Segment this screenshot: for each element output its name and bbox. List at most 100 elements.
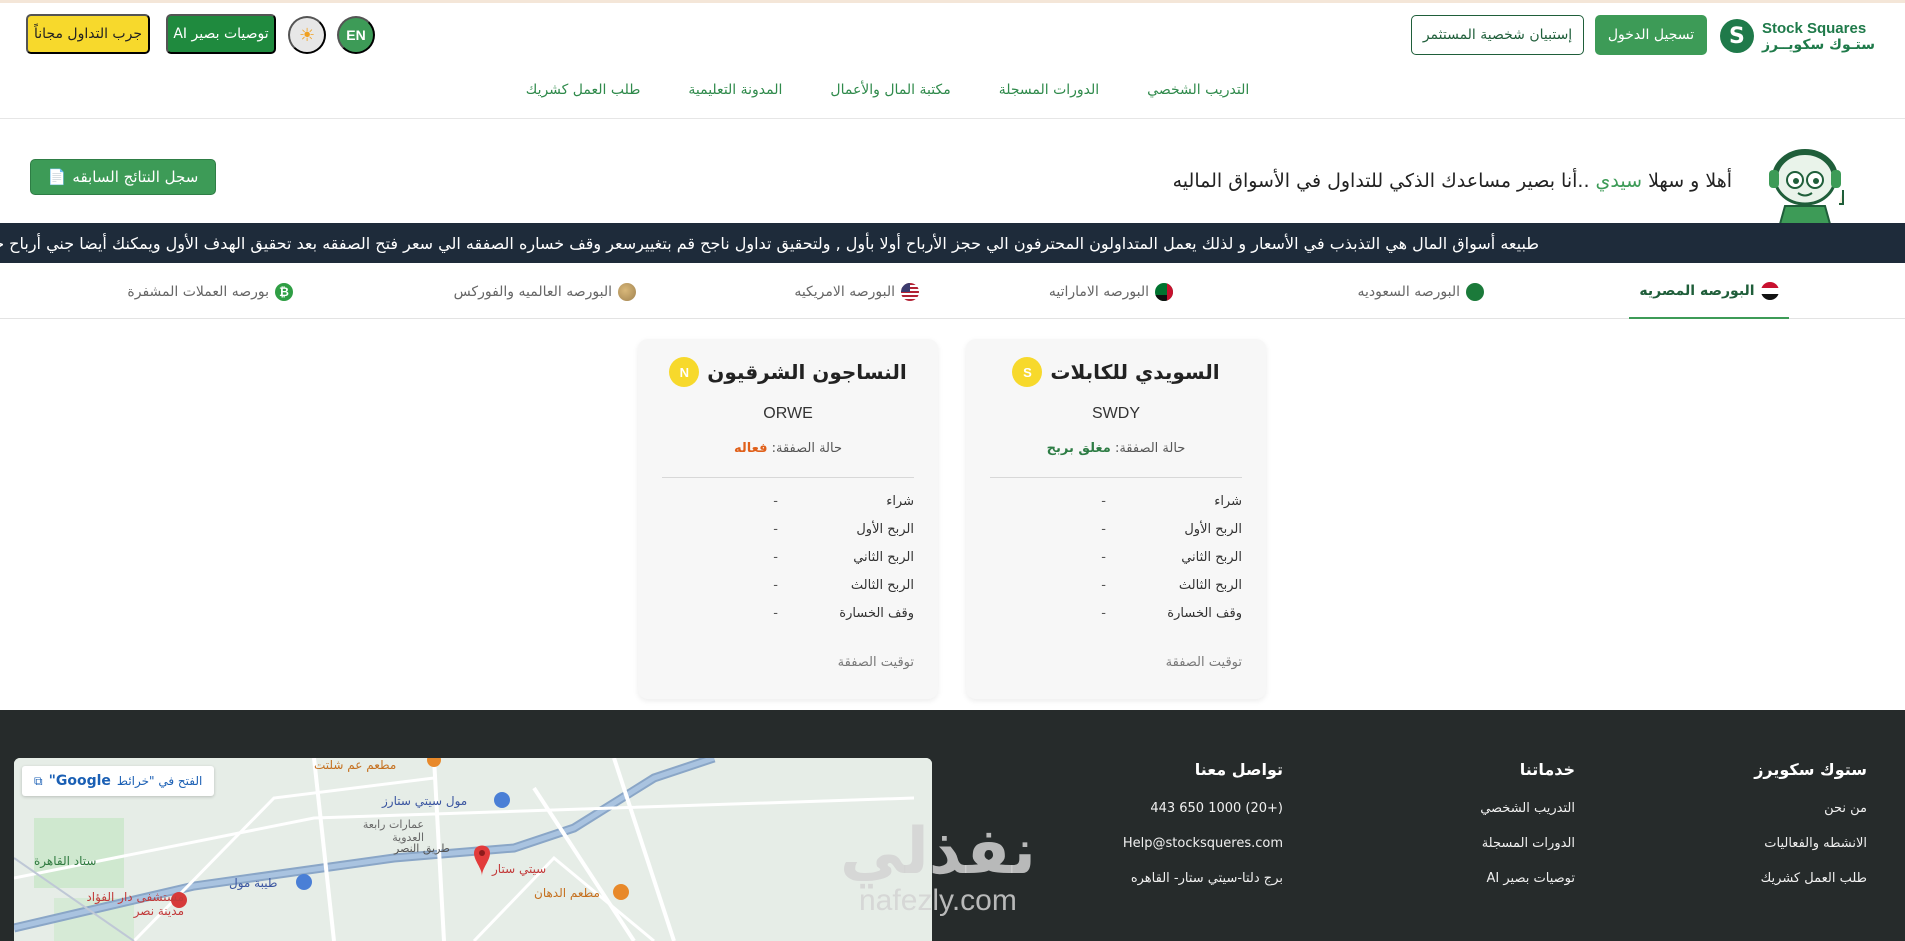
trade-status: حالة الصفقة: مغلق بربح [1046,441,1186,456]
trade-time: توقيت الصفقة [1165,655,1242,670]
welcome-message: أهلا و سهلا سيدي ..أنا بصير مساعدك الذكي… [1173,170,1732,192]
stock-badge: N [669,357,700,387]
login-button[interactable]: تسجيل الدخول [1595,15,1707,55]
buy-row: شراء - [773,494,914,509]
welcome-suffix: ..أنا بصير مساعدك الذكي للتداول في الأسو… [1172,170,1590,192]
tab-label: البورصه المصريه [1639,282,1755,299]
welcome-prefix: أهلا و سهلا [1648,170,1732,192]
welcome-user-name: سيدي [1595,170,1643,192]
uae-flag-icon [1155,282,1173,301]
footer-services-column: خدماتنا التدريب الشخصي الدورات المسجلة ت… [1480,760,1575,906]
site-header: Stock Squares ستـوك سكويــرز S تسجيل الد… [0,0,1905,119]
trade-card[interactable]: السويدي للكابلات S SWDY حالة الصفقة: مغل… [966,339,1266,699]
site-footer: ستوك سكويرز من نحن الانشطه والفعاليات طل… [0,710,1905,941]
welcome-section: أهلا و سهلا سيدي ..أنا بصير مساعدك الذكي… [0,140,1905,224]
previous-results-button[interactable]: سجل النتائج السابقه 📄 [30,159,216,195]
footer-contact-column: تواصل معنا 443 650 1000 (20+) Help@stock… [1123,760,1283,906]
egypt-flag-icon [1760,281,1779,300]
tab-label: البورصه الامريكيه [794,283,895,300]
footer-about-column: ستوك سكويرز من نحن الانشطه والفعاليات طل… [1754,760,1867,906]
tab-label: بورصه العملات المشفرة [127,283,269,300]
card-title: السويدي للكابلات [1050,360,1220,384]
stock-badge: S [1012,357,1043,387]
footer-phone[interactable]: 443 650 1000 (20+) [1123,801,1283,816]
stock-symbol: SWDY [1092,405,1140,422]
footer-link-training[interactable]: التدريب الشخصي [1480,801,1575,816]
tab-label: البورصه السعوديه [1357,283,1460,300]
watermark: نفذلي nafezly.com [840,815,1036,917]
target2-row: الربح الثاني - [1101,550,1242,565]
nav-educational-blog[interactable]: المدونة التعليمية [688,82,782,98]
brand-logo[interactable]: Stock Squares ستـوك سكويــرز S [1719,16,1875,56]
document-icon: 📄 [47,168,67,186]
free-trial-button[interactable]: جرب التداول مجاناً [26,14,150,54]
card-title: النساجون الشرقيون [707,360,907,384]
news-ticker: طبيعه أسواق المال هي التذبذب في الأسعار … [0,223,1905,263]
target1-row: الربح الأول - [773,522,914,537]
external-link-icon: ⧉ [34,773,43,788]
robot-assistant-icon [1769,149,1844,224]
footer-address: برج دلتا-سيتي ستار- القاهره [1130,871,1283,886]
map-label: طيبة مول [229,876,278,890]
market-tabs: البورصه المصريه البورصه السعوديه البورصه… [0,264,1905,319]
tab-label: البورصه الاماراتيه [1048,283,1149,300]
footer-link-ai[interactable]: توصيات بصير AI [1480,871,1575,886]
investor-survey-button[interactable]: إستبيان شخصية المستثمر [1411,15,1584,55]
footer-column-title: تواصل معنا [1194,760,1283,779]
map-label: طريق النصر [394,842,450,855]
nav-partner-request[interactable]: طلب العمل كشريك [526,82,641,98]
ticker-text: طبيعه أسواق المال هي التذبذب في الأسعار … [0,233,1539,253]
nav-business-library[interactable]: مكتبة المال والأعمال [830,82,950,98]
map-label: عمارات رابعة العدوية [362,818,424,844]
nav-recorded-courses[interactable]: الدورات المسجلة [999,82,1099,98]
map-label: مطعم الدهان [534,886,600,900]
target1-row: الربح الأول - [1101,522,1242,537]
footer-email[interactable]: Help@stocksqueres.com [1123,836,1283,851]
open-in-google-maps-button[interactable]: الفتح في "خرائط Google" ⧉ [22,766,215,796]
footer-link-partner[interactable]: طلب العمل كشريك [1754,871,1867,886]
logo-text-ar: ستـوك سكويــرز [1761,36,1875,53]
google-map[interactable]: الفتح في "خرائط Google" ⧉ مول سيتي ستارز… [14,758,932,941]
language-toggle-button[interactable]: EN [337,16,375,54]
bitcoin-icon: ₿ [275,282,293,301]
tab-crypto-exchange[interactable]: ₿ بورصه العملات المشفرة [127,264,293,319]
stop-loss-row: وقف الخسارة - [1101,606,1242,621]
sun-icon: ☀ [298,24,316,46]
target3-row: الربح الثالث - [773,578,914,593]
globe-icon [618,282,636,301]
status-value: مغلق بربح [1046,441,1111,456]
footer-link-activities[interactable]: الانشطه والفعاليات [1754,836,1867,851]
footer-column-title: خدماتنا [1519,760,1575,779]
map-label: سيتي ستار [492,862,547,876]
theme-toggle-button[interactable]: ☀ [288,16,326,54]
ai-recommendations-button[interactable]: توصيات بصير AI [166,14,276,54]
tab-uae-exchange[interactable]: البورصه الاماراتيه [1049,264,1173,319]
map-label: مول سيتي ستارز [382,794,468,808]
footer-column-title: ستوك سكويرز [1754,760,1867,779]
buy-row: شراء - [1101,494,1242,509]
tab-saudi-exchange[interactable]: البورصه السعوديه [1358,264,1484,319]
status-value: فعاله [733,441,768,456]
main-nav: التدريب الشخصي الدورات المسجلة مكتبة الم… [0,82,1905,98]
logo-mark-icon: S [1719,19,1754,53]
map-label: مطعم عم شلتت [314,758,397,772]
history-label: سجل النتائج السابقه [72,168,199,186]
tab-us-exchange[interactable]: البورصه الامريكيه [794,264,919,319]
footer-link-about[interactable]: من نحن [1754,801,1867,816]
map-label: ستاد القاهرة [34,854,97,868]
tab-label: البورصه العالميه والفوركس [453,283,612,300]
trade-card[interactable]: النساجون الشرقيون N ORWE حالة الصفقة: فع… [638,339,938,699]
footer-link-courses[interactable]: الدورات المسجلة [1480,836,1575,851]
target3-row: الربح الثالث - [1101,578,1242,593]
nav-personal-training[interactable]: التدريب الشخصي [1147,82,1249,98]
stop-loss-row: وقف الخسارة - [773,606,914,621]
trade-status: حالة الصفقة: فعاله [733,441,843,456]
map-label: مستشفى دار الفؤاد مدينة نصر [86,890,184,918]
usa-flag-icon [901,282,919,301]
tab-global-forex[interactable]: البورصه العالميه والفوركس [454,264,636,319]
tab-egypt-exchange[interactable]: البورصه المصريه [1629,264,1789,319]
logo-text-en: Stock Squares [1761,19,1867,37]
stock-symbol: ORWE [763,405,813,422]
saudi-flag-icon [1466,282,1484,301]
divider [662,477,914,478]
